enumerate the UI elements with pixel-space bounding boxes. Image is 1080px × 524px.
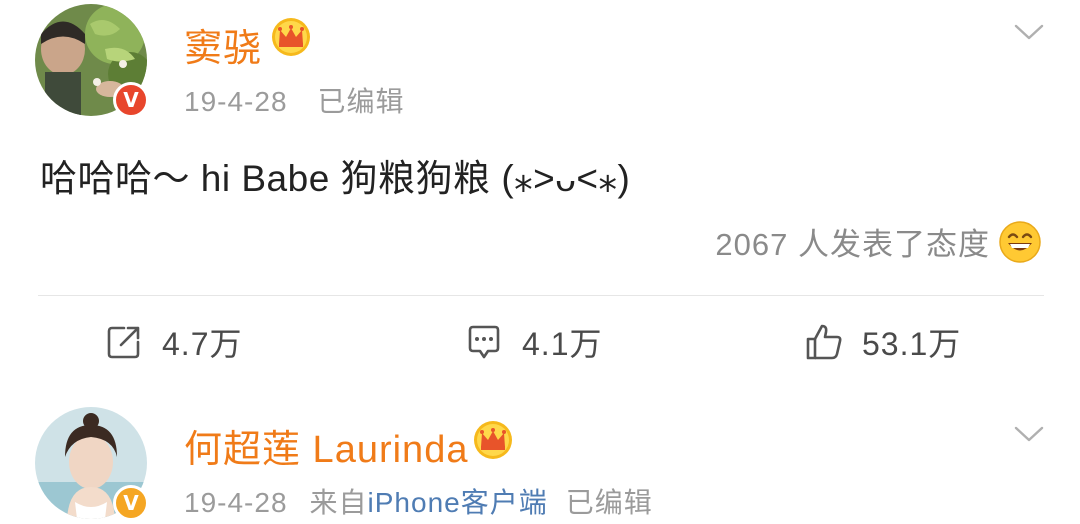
comment-meta: 19-4-28 来自iPhone客户端 已编辑 (184, 481, 653, 521)
edited-label: 已编辑 (317, 86, 405, 117)
comment-button[interactable]: 4.1万 (464, 318, 603, 366)
source-device-link[interactable]: iPhone客户端 (368, 487, 548, 518)
author-name[interactable]: 窦骁 (184, 17, 262, 72)
reactions-summary[interactable]: 2067 人发表了态度 (715, 219, 1042, 264)
commenter-avatar[interactable]: V (35, 407, 149, 521)
commenter-name[interactable]: 何超莲 Laurinda (184, 418, 468, 473)
author-avatar[interactable]: V (35, 4, 149, 118)
source-prefix: 来自 (309, 487, 368, 518)
comment-date: 19-4-28 (184, 487, 288, 518)
divider (38, 295, 1044, 296)
repost-button[interactable]: 4.7万 (104, 318, 243, 366)
post-text: 哈哈哈～ hi Babe 狗粮狗粮 (⁎˃ᴗ˂⁎) (40, 158, 631, 199)
verified-badge-icon: V (113, 82, 149, 118)
chevron-down-icon[interactable] (1013, 22, 1045, 42)
like-button[interactable]: 53.1万 (804, 318, 961, 366)
thumbs-up-icon (806, 324, 842, 360)
verified-badge-icon: V (113, 485, 149, 521)
grin-emoji-icon (999, 220, 1041, 263)
edited-label: 已编辑 (565, 487, 653, 518)
like-count: 53.1万 (862, 326, 962, 362)
post-date: 19-4-28 (184, 86, 288, 117)
chevron-down-icon[interactable] (1013, 424, 1045, 444)
crown-icon[interactable] (470, 420, 516, 460)
repost-count: 4.7万 (162, 326, 243, 362)
crown-icon[interactable] (268, 17, 314, 57)
comment-icon (468, 325, 500, 359)
comment-count: 4.1万 (522, 326, 603, 362)
share-icon (107, 326, 140, 359)
reactions-count: 2067 人发表了态度 (715, 227, 990, 262)
post-meta: 19-4-28 已编辑 (184, 80, 405, 120)
